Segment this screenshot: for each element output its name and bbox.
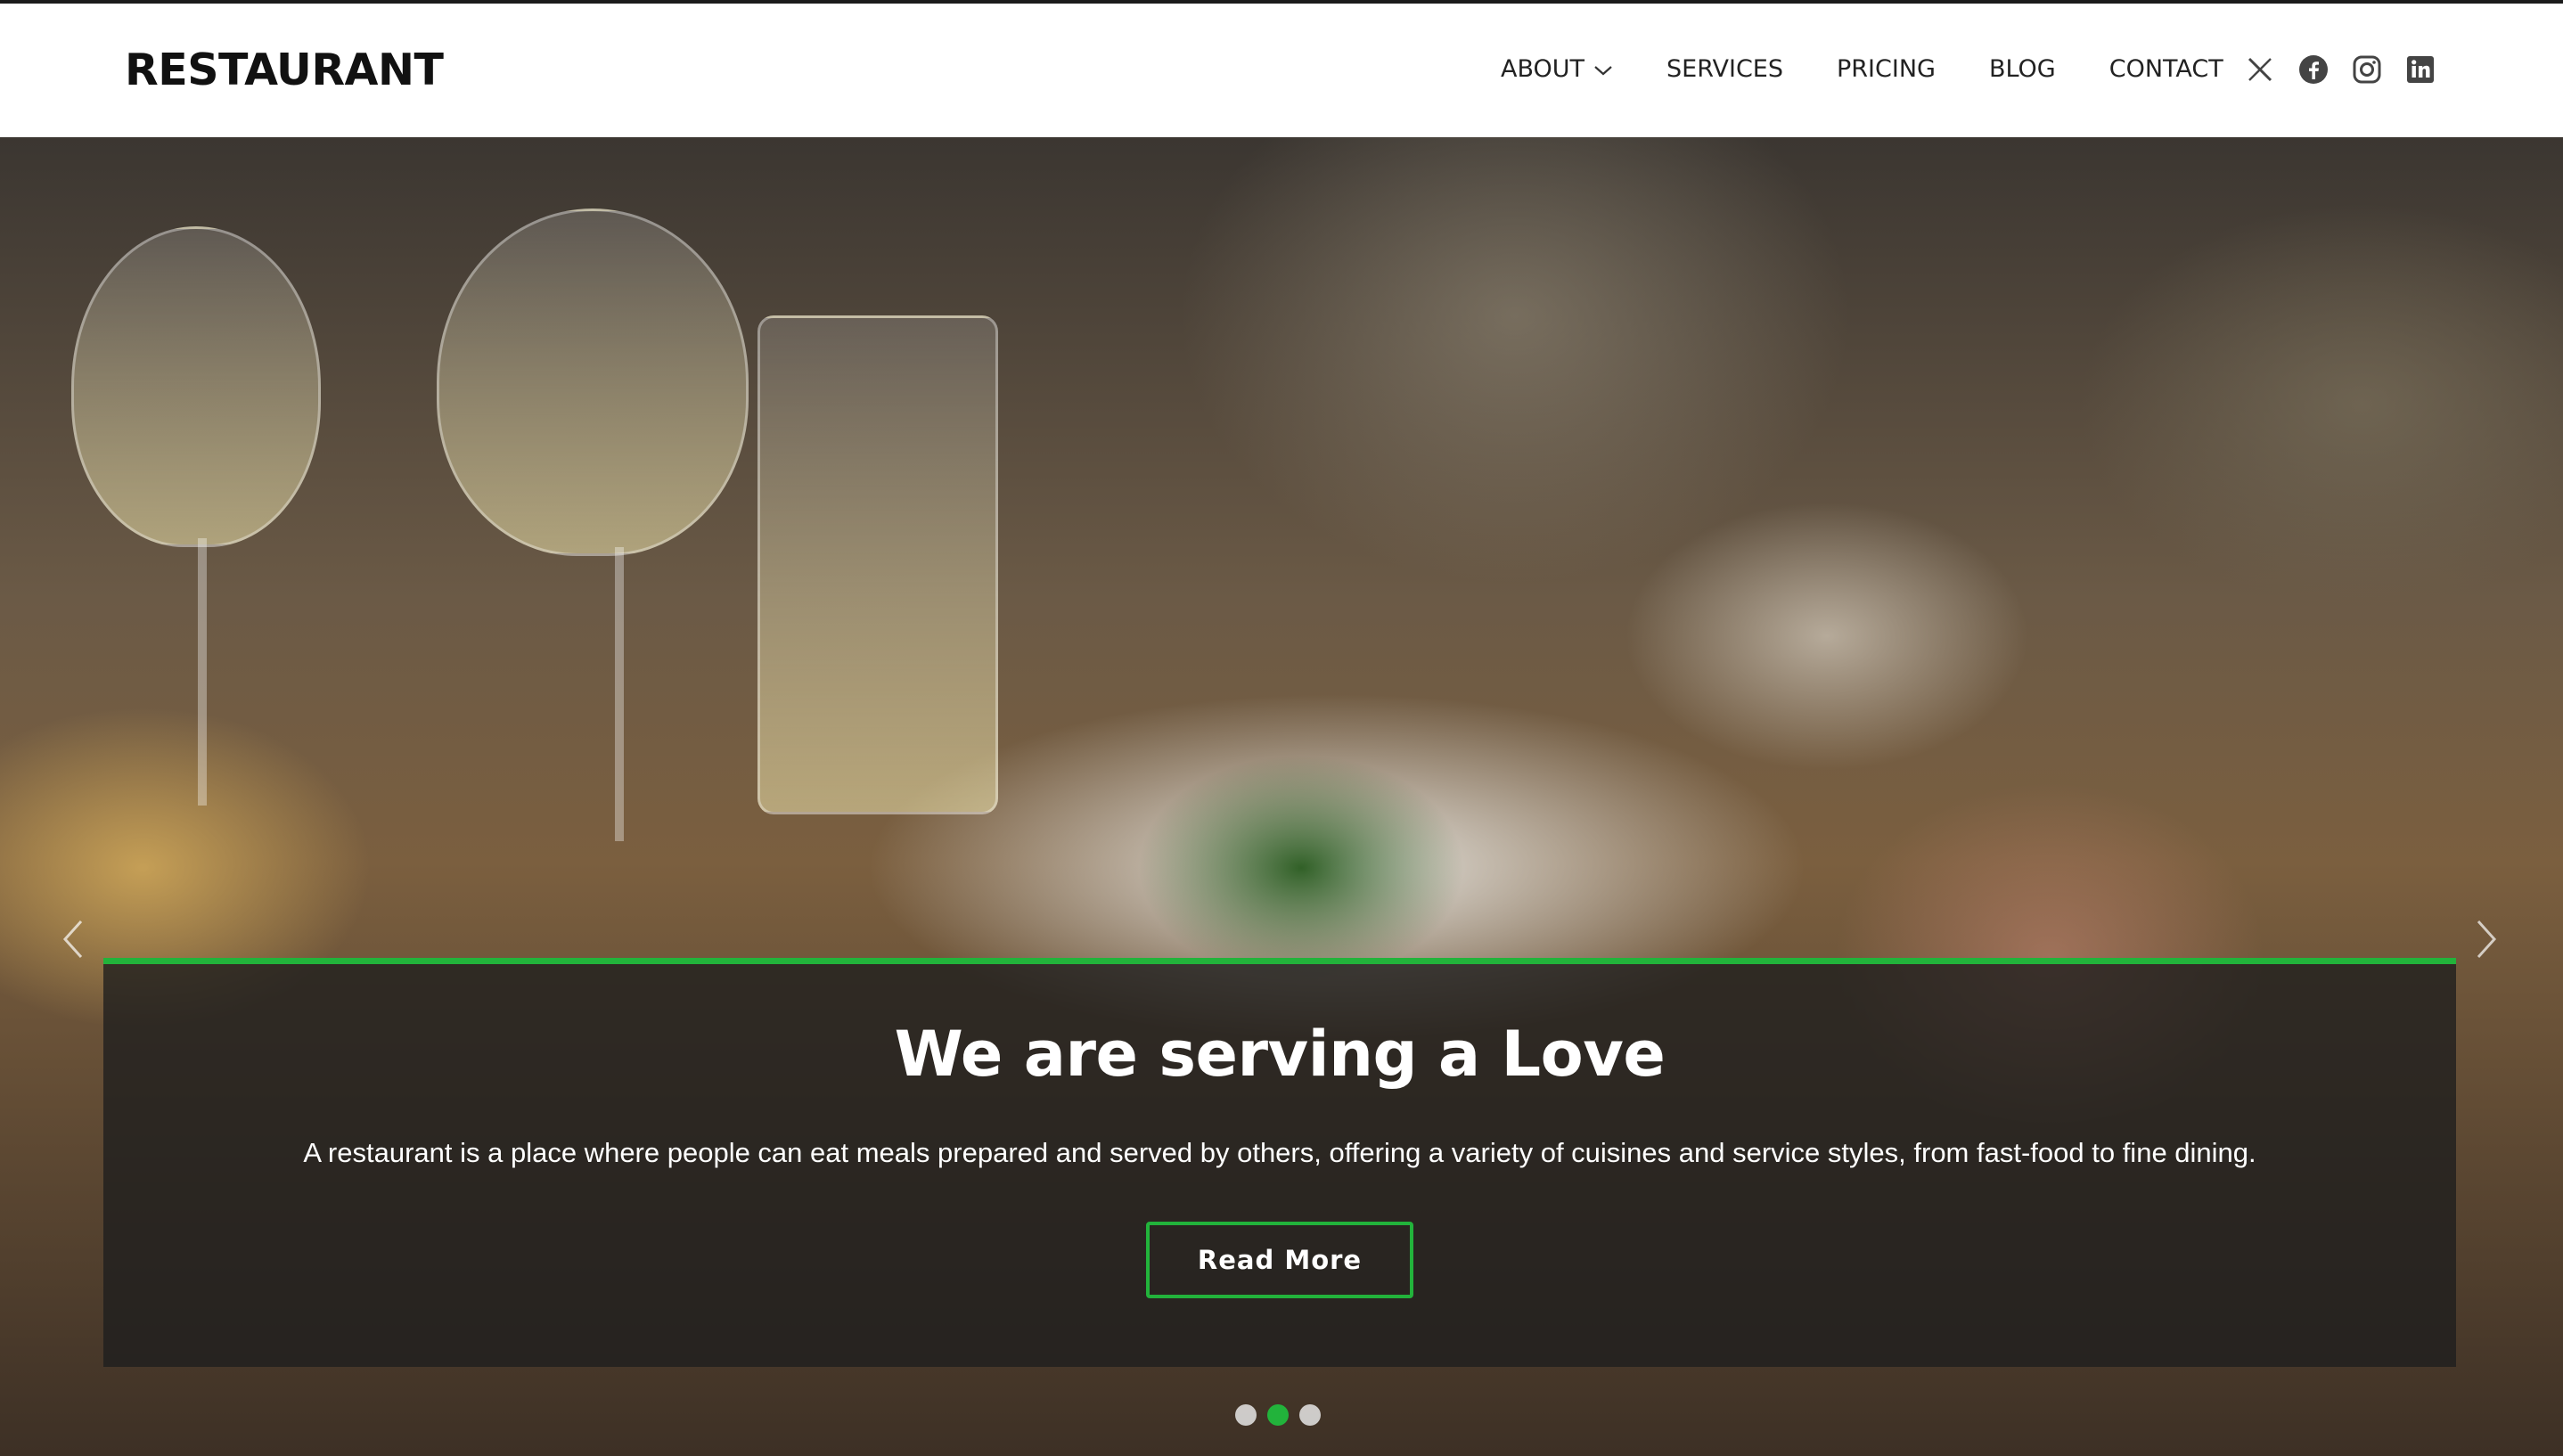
- site-header: RESTAURANT ABOUT SERVICES PRICING BLOG C…: [0, 4, 2563, 137]
- slider-dot-1[interactable]: [1235, 1404, 1257, 1426]
- facebook-icon[interactable]: [2297, 53, 2330, 86]
- brand-logo[interactable]: RESTAURANT: [125, 45, 444, 95]
- slider-prev-arrow[interactable]: [55, 912, 91, 966]
- nav-item-services[interactable]: SERVICES: [1666, 55, 1783, 83]
- slide-caption: We are serving a Love A restaurant is a …: [103, 958, 2456, 1367]
- nav-item-contact[interactable]: CONTACT: [2109, 55, 2223, 83]
- wine-glass-decor: [71, 226, 321, 547]
- glass-stem-decor: [615, 547, 624, 841]
- hero-slider: We are serving a Love A restaurant is a …: [0, 137, 2563, 1456]
- nav-item-label: ABOUT: [1501, 55, 1585, 83]
- slider-dot-3[interactable]: [1299, 1404, 1321, 1426]
- slider-dot-2[interactable]: [1267, 1404, 1289, 1426]
- social-links: [2244, 53, 2458, 86]
- x-icon[interactable]: [2244, 53, 2276, 86]
- linkedin-icon[interactable]: [2404, 53, 2436, 86]
- nav-item-pricing[interactable]: PRICING: [1837, 55, 1936, 83]
- read-more-button[interactable]: Read More: [1146, 1222, 1413, 1298]
- chevron-down-icon: [1593, 55, 1613, 83]
- water-glass-decor: [757, 315, 998, 814]
- nav-item-about[interactable]: ABOUT: [1501, 55, 1613, 83]
- slider-dots: [1235, 1404, 1331, 1426]
- glass-stem-decor: [198, 538, 207, 806]
- main-nav: ABOUT SERVICES PRICING BLOG CONTACT: [1501, 55, 2277, 83]
- hero-description: A restaurant is a place where people can…: [303, 1137, 2256, 1168]
- nav-item-blog[interactable]: BLOG: [1989, 55, 2056, 83]
- hero-title: We are serving a Love: [894, 1018, 1666, 1091]
- wine-glass-decor: [437, 209, 749, 556]
- slider-next-arrow[interactable]: [2469, 912, 2504, 966]
- instagram-icon[interactable]: [2351, 53, 2383, 86]
